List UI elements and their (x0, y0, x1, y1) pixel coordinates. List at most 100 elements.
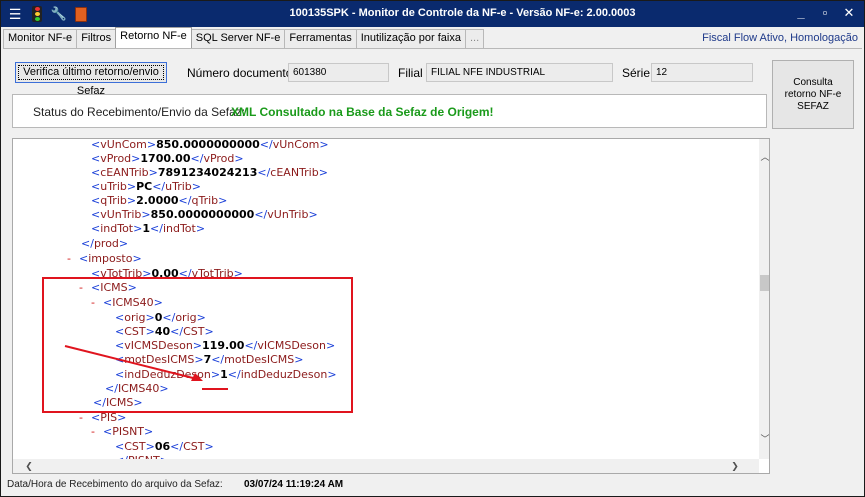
scroll-down-icon[interactable]: ﹀ (759, 433, 769, 445)
vertical-scrollbar[interactable]: ︿ ﹀ (759, 139, 769, 459)
xml-bracket: > (318, 166, 328, 179)
xml-tag-name: prod (93, 237, 119, 250)
tab-bar: Monitor NF-e Filtros Retorno NF-e SQL Se… (3, 27, 485, 48)
xml-bracket: </ (257, 166, 271, 179)
xml-tag-name: uTrib (165, 180, 192, 193)
title-bar: ☰ 🔧 100135SPK - Monitor de Controle da N… (1, 1, 864, 27)
xml-tag-name: vUnCom (272, 138, 320, 151)
xml-line: <qTrib>2.0000</qTrib> (91, 194, 227, 208)
xml-bracket: > (144, 425, 154, 438)
xml-tag-name: vProd (100, 152, 132, 165)
xml-tag-name: uTrib (100, 180, 127, 193)
xml-bracket: > (218, 194, 228, 207)
annotation-arrow (64, 345, 203, 381)
tab-inutilizacao[interactable]: Inutilização por faixa (355, 29, 466, 48)
xml-line: - <PISNT> (91, 425, 154, 439)
xml-bracket: > (141, 208, 151, 221)
xml-tag-name: imposto (88, 252, 133, 265)
footer-label: Data/Hora de Recebimento do arquivo da S… (7, 479, 223, 490)
value-underline-mark (202, 388, 228, 390)
xml-line: <CST>06</CST> (115, 440, 214, 454)
serie-field[interactable]: 12 (651, 63, 753, 82)
restore-button[interactable]: ▫ (818, 4, 832, 22)
app-window: ☰ 🔧 100135SPK - Monitor de Controle da N… (0, 0, 865, 497)
xml-value: 2.0000 (136, 194, 179, 207)
scroll-left-icon[interactable]: ❮ (23, 460, 35, 472)
xml-bracket: > (148, 166, 158, 179)
scroll-up-icon[interactable]: ︿ (759, 151, 769, 163)
xml-value: 850.0000000000 (150, 208, 255, 221)
xml-tag-name: vUnCom (100, 138, 147, 151)
xml-viewer[interactable]: <vUnCom>850.0000000000</vUnCom> <vProd>17… (12, 138, 770, 474)
tab-ferramentas[interactable]: Ferramentas (284, 29, 357, 48)
tab-retorno-nfe[interactable]: Retorno NF-e (115, 27, 192, 48)
tab-more[interactable]: ... (464, 29, 485, 48)
xml-bracket: < (103, 425, 113, 438)
xml-bracket: > (308, 208, 318, 221)
xml-line: - <PIS> (79, 411, 126, 425)
xml-bracket: </ (152, 180, 166, 193)
xml-line: </prod> (81, 237, 128, 251)
window-title: 100135SPK - Monitor de Controle da NF-e … (289, 7, 636, 19)
xml-bracket: < (91, 208, 101, 221)
xml-bracket: > (118, 237, 129, 250)
xml-bracket: </ (170, 440, 184, 453)
status-box: Status do Recebimento/Envio da Sefaz: XM… (12, 94, 767, 128)
xml-bracket: < (91, 180, 101, 193)
xml-bracket: > (133, 222, 143, 235)
xml-tag-name: cEANTrib (100, 166, 149, 179)
xml-bracket: </ (150, 222, 163, 235)
scroll-right-icon[interactable]: ❯ (729, 460, 741, 472)
xml-value: PC (136, 180, 153, 193)
xml-tag-name: vProd (203, 152, 235, 165)
xml-tag-name: CST (124, 440, 146, 453)
xml-bracket: > (145, 440, 155, 453)
xml-line: <vUnCom>850.0000000000</vUnCom> (91, 138, 329, 152)
xml-bracket: > (131, 152, 141, 165)
scroll-thumb[interactable] (760, 275, 769, 291)
xml-bracket: < (91, 152, 101, 165)
filial-field[interactable]: FILIAL NFE INDUSTRIAL (426, 63, 613, 82)
close-button[interactable]: ✕ (842, 4, 856, 22)
collapse-toggle[interactable]: - (79, 411, 83, 425)
xml-bracket: > (132, 252, 142, 265)
tab-filtros[interactable]: Filtros (76, 29, 117, 48)
xml-bracket: < (91, 166, 101, 179)
xml-bracket: > (191, 180, 202, 193)
xml-bracket: > (126, 194, 137, 207)
fiscal-flow-status: Fiscal Flow Ativo, Homologação (702, 32, 858, 44)
xml-bracket: > (204, 440, 214, 453)
xml-bracket: < (91, 222, 101, 235)
xml-bracket: </ (259, 138, 273, 151)
xml-bracket: < (91, 194, 101, 207)
tab-panel-border (3, 48, 862, 49)
collapse-toggle[interactable]: - (67, 252, 71, 266)
xml-line: <indTot>1</indTot> (91, 222, 205, 236)
xml-bracket: > (195, 222, 206, 235)
horizontal-scrollbar[interactable]: ❮ ❯ (13, 459, 759, 473)
xml-bracket: < (115, 440, 125, 453)
xml-tag-name: indTot (162, 222, 196, 235)
xml-tag-name: indTot (100, 222, 134, 235)
minimize-button[interactable]: _ (794, 4, 808, 22)
xml-bracket: </ (254, 208, 268, 221)
collapse-toggle[interactable]: - (91, 425, 95, 439)
status-label: Status do Recebimento/Envio da Sefaz: (33, 105, 246, 119)
xml-value: 1 (142, 222, 150, 235)
xml-tag-name: vUnTrib (267, 208, 309, 221)
verify-last-return-button[interactable]: Verifica último retorno/envio Sefaz (15, 62, 167, 97)
numero-documento-field[interactable]: 601380 (288, 63, 389, 82)
serie-label: Série (622, 66, 651, 80)
tab-monitor-nfe[interactable]: Monitor NF-e (3, 29, 78, 48)
numero-documento-label: Número documento (187, 66, 293, 80)
consulta-retorno-button[interactable]: Consulta retorno NF-e SEFAZ (772, 60, 854, 129)
xml-bracket: < (79, 252, 89, 265)
xml-bracket: > (319, 138, 329, 151)
xml-line: <vUnTrib>850.0000000000</vUnTrib> (91, 208, 318, 222)
filial-label: Filial (398, 66, 423, 80)
xml-bracket: </ (178, 194, 192, 207)
xml-value: 7891234024213 (157, 166, 258, 179)
xml-line: <cEANTrib>7891234024213</cEANTrib> (91, 166, 328, 180)
xml-bracket: > (146, 138, 157, 151)
tab-sql-server-nfe[interactable]: SQL Server NF-e (190, 29, 286, 48)
